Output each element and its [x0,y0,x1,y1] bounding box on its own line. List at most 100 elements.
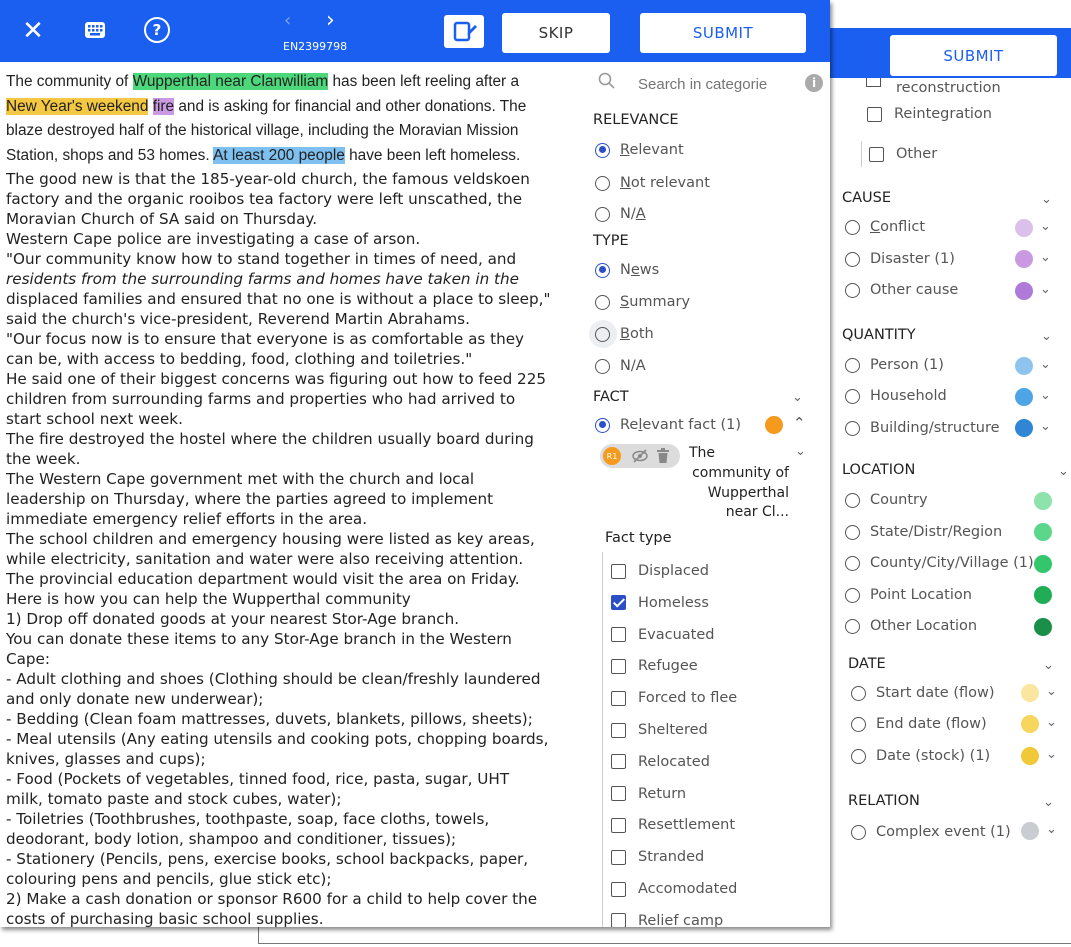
fact-type-refugee[interactable]: Refugee [611,658,698,674]
highlight-location[interactable]: Wupperthal near Clanwilliam [132,73,329,90]
keyboard-icon[interactable] [84,21,114,45]
location-county[interactable]: County/City/Village (1) [845,555,1034,571]
checkbox[interactable] [611,881,626,897]
submit-button[interactable]: SUBMIT [640,13,806,53]
quantity-person[interactable]: Person (1) [845,357,944,373]
checkbox[interactable] [611,754,626,770]
location-point[interactable]: Point Location [845,587,972,603]
article-line: children from surrounding farms and prop… [6,390,516,408]
checkbox-other[interactable]: Other [869,146,937,162]
date-end[interactable]: End date (flow) [851,716,987,732]
quantity-household[interactable]: Household [845,388,947,404]
fact-type-relief-camp[interactable]: Relief camp [611,913,723,927]
article-line: He said one of their biggest concerns wa… [6,370,547,388]
chevron-down-icon[interactable]: ⌄ [1046,747,1057,762]
location-state[interactable]: State/Distr/Region [845,524,1002,540]
info-icon[interactable]: i [805,74,823,92]
chevron-up-icon[interactable]: ⌃ [793,414,806,432]
relevance-na[interactable]: N/A [595,206,646,222]
fact-relevant-fact[interactable]: Relevant fact (1) [595,417,741,433]
chevron-down-icon[interactable]: ⌄ [792,390,803,405]
fact-type-label: Homeless [638,594,709,611]
checkbox[interactable] [611,627,626,643]
edit-note-icon [453,21,477,42]
type-summary[interactable]: Summary [595,294,690,310]
date-stock[interactable]: Date (stock) (1) [851,748,990,764]
checkbox[interactable] [611,563,626,579]
chevron-down-icon[interactable]: ⌄ [1043,795,1054,810]
fact-type-label: Displaced [638,563,709,579]
cause-disaster[interactable]: Disaster (1) [845,251,955,267]
checkbox-reintegration[interactable]: Reintegration [867,106,992,122]
article-line: immediate emergency relief efforts in th… [6,510,368,528]
highlight-quantity[interactable]: At least 200 people [213,146,345,164]
date-start[interactable]: Start date (flow) [851,685,995,701]
chevron-down-icon[interactable]: ⌄ [1040,388,1051,403]
color-dot [1021,684,1039,702]
fact-type-sheltered[interactable]: Sheltered [611,722,708,738]
color-dot [1034,618,1052,636]
location-other[interactable]: Other Location [845,618,977,634]
relevance-not-relevant[interactable]: Not relevant [595,175,710,191]
checkbox[interactable] [611,849,626,865]
type-na[interactable]: N/A [595,358,646,374]
color-dot [1015,388,1033,406]
chevron-down-icon[interactable]: ⌄ [1041,329,1052,344]
background-submit-button[interactable]: SUBMIT [890,35,1057,76]
fact-type-label: Evacuated [638,626,715,643]
type-news[interactable]: News [595,262,659,278]
checkbox[interactable] [611,786,626,802]
skip-button[interactable]: SKIP [502,13,610,53]
fact-type-homeless[interactable]: Homeless [611,595,709,611]
cause-conflict[interactable]: Conflict [845,219,925,235]
chevron-down-icon[interactable]: ⌄ [1040,419,1051,434]
article-line: Western Cape police are investigating a … [6,230,421,248]
hide-icon[interactable] [631,448,649,468]
prev-arrow-icon[interactable]: ‹ [284,10,291,31]
fact-type-accomodated[interactable]: Accomodated [611,881,737,897]
checkbox[interactable] [611,658,626,674]
fact-type-stranded[interactable]: Stranded [611,849,704,865]
checkbox[interactable] [611,690,626,706]
help-icon[interactable]: ? [144,17,170,43]
chevron-down-icon[interactable]: ⌄ [1040,357,1051,372]
fact-snippet[interactable]: The community of Wupperthal near Cl... [689,444,789,523]
checkbox[interactable] [611,817,626,833]
fact-type-evacuated[interactable]: Evacuated [611,627,715,643]
chevron-down-icon[interactable]: ⌄ [1040,282,1051,297]
fact-type-displaced[interactable]: Displaced [611,563,709,579]
article-line: The good new is that the 185-year-old ch… [6,170,530,188]
chevron-down-icon[interactable]: ⌄ [1040,219,1051,234]
relevance-relevant[interactable]: Relevant [595,142,684,158]
highlight-date[interactable]: New Year's weekend [6,97,149,115]
category-search-input[interactable] [636,72,790,96]
highlight-cause[interactable]: fire [152,97,175,115]
chevron-down-icon[interactable]: ⌄ [1040,250,1051,265]
cause-other[interactable]: Other cause [845,282,958,298]
checkbox[interactable] [611,722,626,738]
article-line: The provincial education department woul… [6,570,520,588]
edit-mode-button[interactable] [444,15,484,48]
chevron-down-icon[interactable]: ⌄ [1043,658,1054,673]
type-both[interactable]: Both [595,326,654,342]
fact-type-relocated[interactable]: Relocated [611,754,710,770]
chevron-down-icon[interactable]: ⌄ [1046,715,1057,730]
checkbox[interactable] [611,913,626,927]
close-icon[interactable]: ✕ [18,16,48,46]
chevron-down-icon[interactable]: ⌄ [1046,684,1057,699]
trash-icon[interactable] [656,448,670,468]
checkbox[interactable] [611,595,626,611]
fact-type-return[interactable]: Return [611,786,686,802]
chevron-down-icon[interactable]: ⌄ [1041,192,1052,207]
chevron-down-icon[interactable]: ⌄ [1058,464,1069,479]
fact-type-forced-to-flee[interactable]: Forced to flee [611,690,737,706]
next-arrow-icon[interactable]: › [326,8,335,33]
chevron-down-icon[interactable]: ⌄ [1046,822,1057,837]
fact-type-title: Fact type [605,530,672,546]
color-dot [1015,419,1033,437]
quantity-building[interactable]: Building/structure [845,420,1000,436]
chevron-down-icon[interactable]: ⌄ [795,444,806,459]
relation-complex-event[interactable]: Complex event (1) [851,824,1011,840]
location-country[interactable]: Country [845,492,928,508]
fact-type-resettlement[interactable]: Resettlement [611,817,735,833]
